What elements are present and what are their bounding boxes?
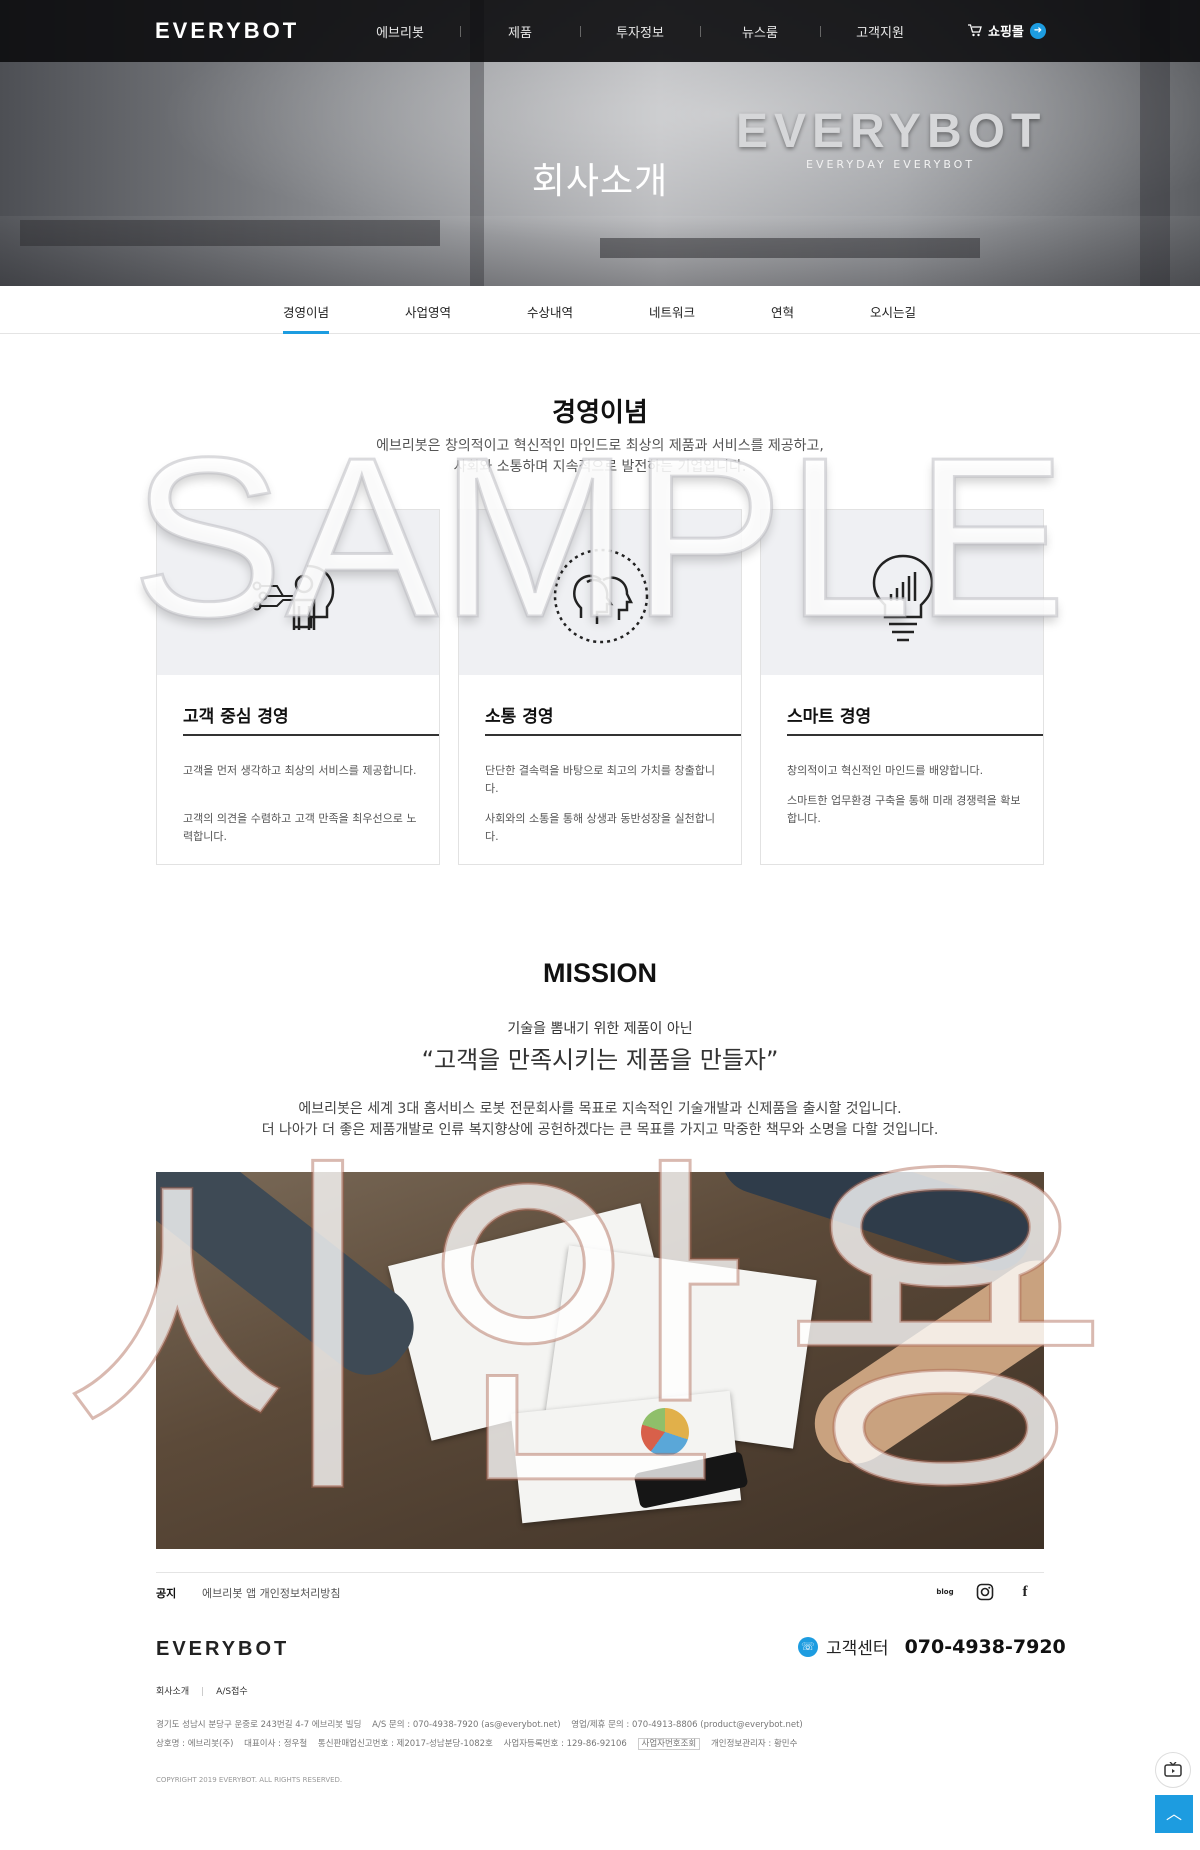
footer-address-line: 경기도 성남시 분당구 운중로 243번길 4-7 에브리봇 빌딩 A/S 문의…: [156, 1718, 811, 1730]
hero-brand-logo: EVERYBOT: [736, 105, 1047, 158]
tab-history[interactable]: 연혁: [771, 302, 794, 334]
cart-icon: [968, 24, 982, 37]
facebook-icon[interactable]: f: [1014, 1581, 1036, 1603]
notice-label: 공지: [156, 1587, 177, 1600]
philosophy-lead-1: 에브리봇은 창의적이고 혁신적인 마인드로 최상의 제품과 서비스를 제공하고,: [376, 438, 824, 454]
value-card: 소통 경영 단단한 결속력을 바탕으로 최고의 가치를 창출합니다. 사회와의 …: [458, 509, 742, 865]
card-description: 창의적이고 혁신적인 마인드를 배양합니다.: [787, 764, 984, 777]
nav-item-support[interactable]: 고객지원: [820, 22, 940, 41]
footer-ceo: 대표이사 : 정우철: [244, 1739, 308, 1749]
instagram-icon[interactable]: [974, 1581, 996, 1603]
notice-bar: 공지 에브리봇 앱 개인정보처리방침 blog f: [156, 1572, 1044, 1612]
tab-awards[interactable]: 수상내역: [527, 302, 573, 334]
page-title: 회사소개: [531, 161, 669, 202]
card-description: 사회와의 소통을 통해 상생과 동반성장을 실천합니다.: [485, 812, 716, 843]
card-divider: [485, 734, 741, 736]
footer-logo[interactable]: EVERYBOT: [156, 1638, 289, 1661]
footer-ecommerce-number: 통신판매업신고번호 : 제2017-성남분당-1082호: [317, 1739, 493, 1749]
top-navigation-bar: EVERYBOT 에브리봇 제품 투자정보 뉴스룸 고객지원 쇼핑몰 ➜: [0, 0, 1200, 62]
value-card: 고객 중심 경영 고객을 먼저 생각하고 최상의 서비스를 제공합니다. 고객의…: [156, 509, 440, 865]
footer-link-as[interactable]: A/S접수: [201, 1684, 247, 1697]
shop-link[interactable]: 쇼핑몰 ➜: [968, 21, 1046, 40]
notice-link[interactable]: 에브리봇 앱 개인정보처리방침: [202, 1585, 341, 1601]
header-logo[interactable]: EVERYBOT: [155, 18, 299, 44]
card-description: 단단한 결속력을 바탕으로 최고의 가치를 창출합니다.: [485, 764, 716, 795]
card-image-area: [761, 510, 1043, 675]
nav-item-everybot[interactable]: 에브리봇: [340, 22, 460, 41]
footer-company-line: 상호명 : 에브리봇(주) 대표이사 : 정우철 통신판매업신고번호 : 제20…: [156, 1737, 805, 1750]
footer-company-name: 상호명 : 에브리봇(주): [156, 1739, 234, 1749]
customer-center-phone[interactable]: 070-4938-7920: [905, 1636, 1066, 1658]
footer-privacy-officer: 개인정보관리자 : 황민수: [710, 1739, 798, 1749]
hero-floor: [0, 216, 1200, 286]
value-card: 스마트 경영 창의적이고 혁신적인 마인드를 배양합니다. 스마트한 업무환경 …: [760, 509, 1044, 865]
footer-business-number: 사업자등록번호 : 129-86-92106: [503, 1739, 627, 1749]
card-divider: [183, 734, 439, 736]
philosophy-title: 경영이념: [552, 398, 648, 428]
nav-item-newsroom[interactable]: 뉴스룸: [700, 22, 820, 41]
footer-links: 회사소개 A/S접수: [156, 1684, 248, 1697]
card-image-area: [459, 510, 741, 675]
customer-focus-icon: [252, 564, 335, 630]
card-description: 스마트한 업무환경 구축을 통해 미래 경쟁력을 확보합니다.: [787, 794, 1021, 825]
card-divider: [787, 734, 1043, 736]
photo-pie-chart: [641, 1408, 689, 1456]
photo-paper: [510, 1390, 742, 1524]
card-description: 고객을 먼저 생각하고 최상의 서비스를 제공합니다.: [183, 764, 417, 777]
customer-center: ☏ 고객센터 070-4938-7920: [798, 1634, 1066, 1659]
tab-network[interactable]: 네트워크: [649, 302, 695, 334]
card-description: 고객의 의견을 수렴하고 고객 만족을 최우선으로 노력합니다.: [183, 812, 417, 843]
copyright: COPYRIGHT 2019 EVERYBOT. ALL RIGHTS RESE…: [156, 1776, 343, 1784]
blog-icon[interactable]: blog: [934, 1581, 956, 1603]
nav-item-products[interactable]: 제품: [460, 22, 580, 41]
footer-business-lookup-button[interactable]: 사업자번호조회: [637, 1738, 701, 1750]
mission-title: MISSION: [542, 958, 657, 988]
tab-directions[interactable]: 오시는길: [870, 302, 916, 334]
customer-center-label: 고객센터: [826, 1639, 889, 1659]
main-nav: 에브리봇 제품 투자정보 뉴스룸 고객지원: [340, 22, 940, 41]
mission-body-1: 에브리봇은 세계 3대 홈서비스 로봇 전문회사를 목표로 지속적인 기술개발과…: [298, 1101, 902, 1117]
mission-subtitle: 기술을 뽐내기 위한 제품이 아닌: [507, 1021, 693, 1037]
mission-body-2: 더 나아가 더 좋은 제품개발로 인류 복지향상에 공헌하겠다는 큰 목표를 가…: [261, 1122, 939, 1138]
footer-address: 경기도 성남시 분당구 운중로 243번길 4-7 에브리봇 빌딩: [156, 1720, 362, 1730]
tv-icon[interactable]: [1155, 1752, 1191, 1788]
footer-sales-contact: 영업/제휴 문의 : 070-4913-8806 (product@everyb…: [571, 1720, 803, 1730]
tab-philosophy[interactable]: 경영이념: [283, 302, 330, 334]
card-image-area: [157, 510, 439, 675]
photo-arm: [156, 1172, 430, 1391]
mission-quote: “고객을 만족시키는 제품을 만들자”: [421, 1046, 779, 1074]
scroll-top-button[interactable]: ︿: [1155, 1795, 1193, 1833]
philosophy-lead-2: 사회와 소통하며 지속적으로 발전하는 기업입니다.: [453, 459, 747, 475]
arrow-right-icon: ➜: [1029, 22, 1046, 39]
communication-icon: [553, 548, 649, 644]
shop-label: 쇼핑몰: [988, 25, 1024, 40]
tab-business[interactable]: 사업영역: [405, 302, 451, 334]
nav-item-investor[interactable]: 투자정보: [580, 22, 700, 41]
card-title: 스마트 경영: [787, 707, 872, 727]
photo-arm: [713, 1172, 1039, 1280]
mission-photo: [156, 1172, 1044, 1549]
headset-icon: ☏: [798, 1636, 818, 1657]
footer-link-about[interactable]: 회사소개: [156, 1684, 189, 1697]
card-title: 소통 경영: [485, 707, 554, 727]
hero-banner: EVERYBOT 에브리봇 제품 투자정보 뉴스룸 고객지원 쇼핑몰 ➜ EVE…: [0, 0, 1200, 286]
footer-as-contact: A/S 문의 : 070-4938-7920 (as@everybot.net): [372, 1720, 561, 1730]
lightbulb-chart-icon: [872, 554, 934, 642]
card-title: 고객 중심 경영: [183, 707, 289, 727]
sub-navigation: 경영이념 사업영역 수상내역 네트워크 연혁 오시는길: [0, 286, 1200, 334]
photo-arm: [799, 1244, 1044, 1480]
